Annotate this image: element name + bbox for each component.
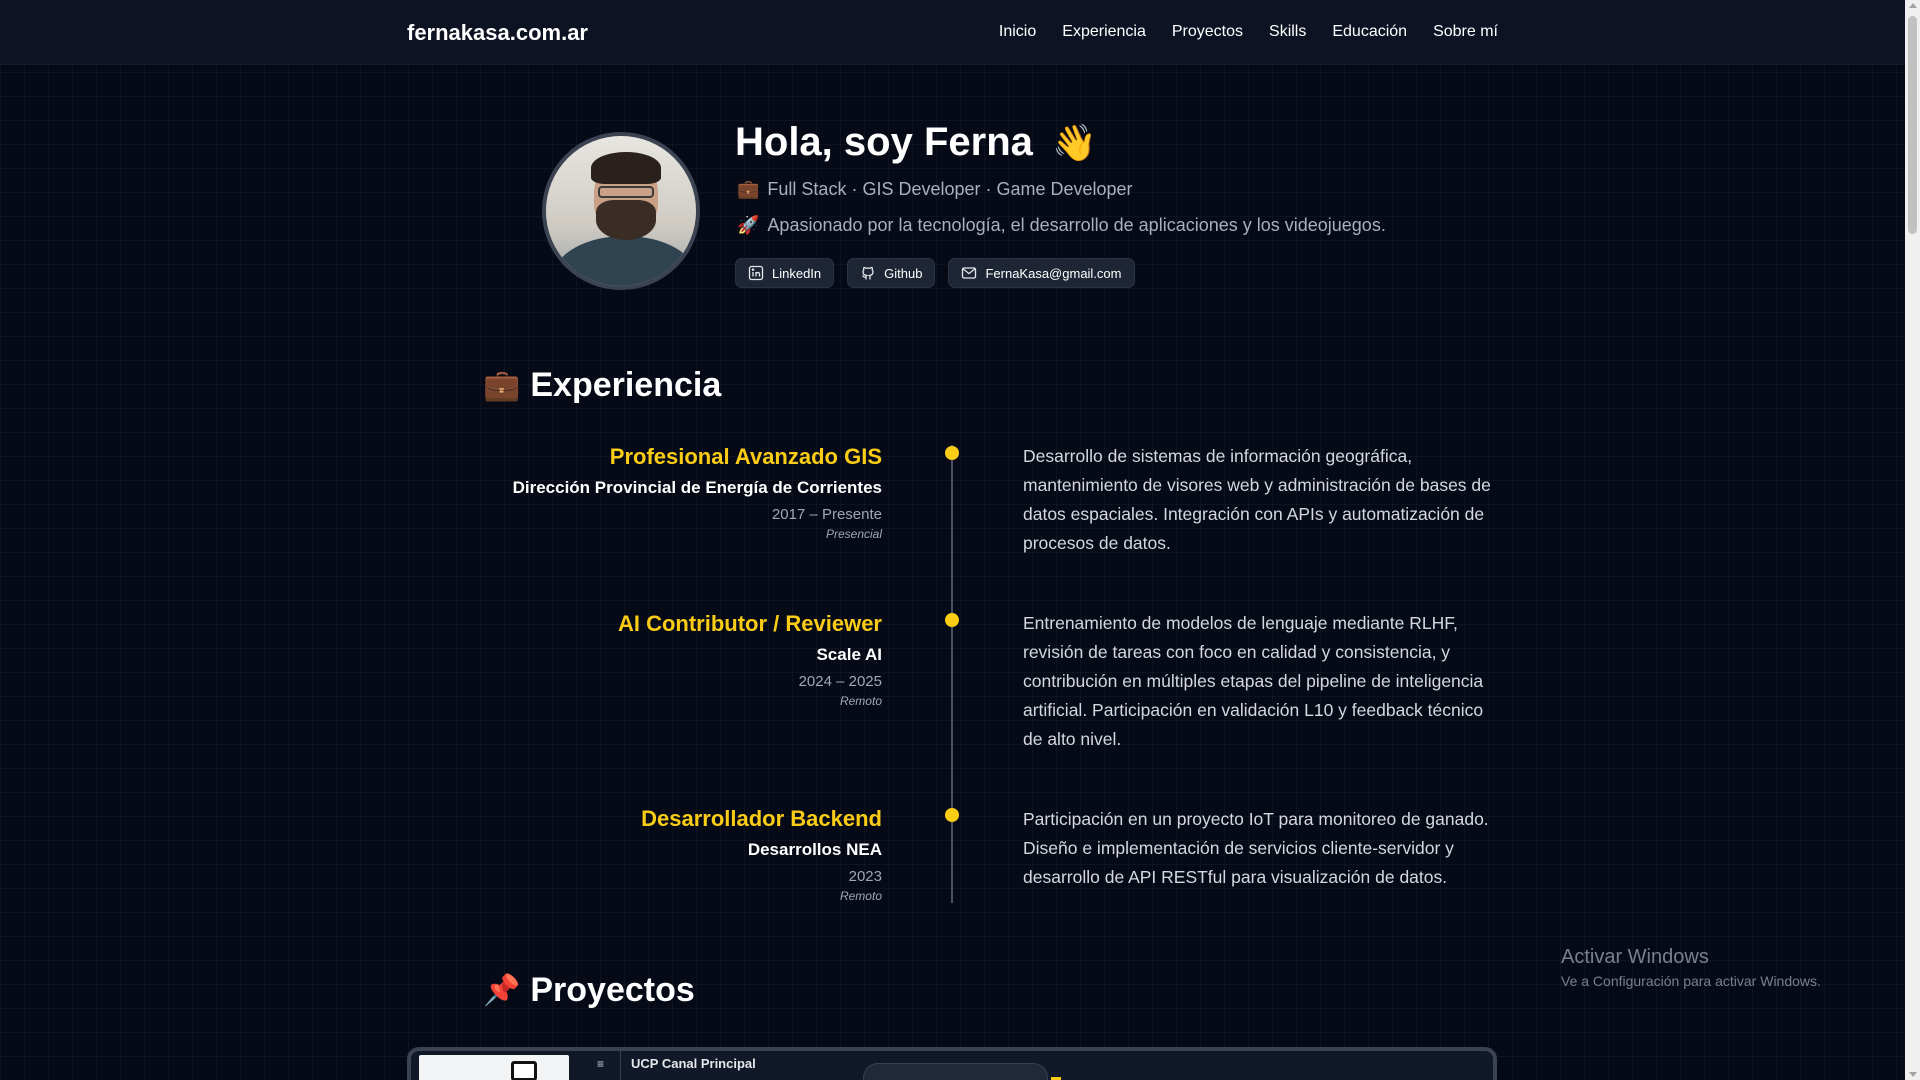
scroll-down-arrow-icon[interactable] bbox=[1909, 1072, 1917, 1077]
preview-toolbar bbox=[863, 1063, 1048, 1080]
mail-icon bbox=[962, 267, 977, 279]
experience-heading: 💼 Experiencia bbox=[483, 366, 721, 405]
preview-divider bbox=[620, 1051, 621, 1080]
job-2-summary: AI Contributor / Reviewer Scale AI 2024 … bbox=[618, 611, 882, 708]
projects-heading: 📌 Proyectos bbox=[483, 971, 695, 1010]
job-mode: Remoto bbox=[839, 694, 882, 708]
hero-description-text: Apasionado por la tecnología, el desarro… bbox=[767, 215, 1386, 235]
waving-hand-icon: 👋 bbox=[1052, 122, 1097, 163]
email-label: FernaKasa@gmail.com bbox=[985, 265, 1122, 281]
nav-link-sobre-mi[interactable]: Sobre mí bbox=[1433, 23, 1498, 41]
briefcase-icon: 💼 bbox=[483, 369, 521, 402]
job-years: 2023 bbox=[848, 868, 882, 885]
scroll-up-arrow-icon[interactable] bbox=[1909, 3, 1917, 8]
job-3-summary: Desarrollador Backend Desarrollos NEA 20… bbox=[641, 806, 882, 903]
pushpin-icon: 📌 bbox=[483, 974, 521, 1007]
scrollbar-thumb[interactable] bbox=[1908, 16, 1917, 234]
job-3-description: Participación en un proyecto IoT para mo… bbox=[1023, 809, 1489, 887]
job-company: Dirección Provincial de Energía de Corri… bbox=[512, 478, 882, 497]
timeline-dot bbox=[945, 613, 959, 627]
project-preview-card[interactable]: ≡ UCP Canal Principal bbox=[407, 1047, 1497, 1080]
linkedin-button[interactable]: LinkedIn bbox=[735, 258, 835, 288]
nav-link-experiencia[interactable]: Experiencia bbox=[1062, 23, 1146, 41]
preview-logo-tile bbox=[419, 1055, 569, 1080]
hero-description: 🚀 Apasionado por la tecnología, el desarr… bbox=[737, 215, 1386, 236]
job-1-description: Desarrollo de sistemas de información ge… bbox=[1023, 446, 1491, 553]
job-2-description: Entrenamiento de modelos de lenguaje med… bbox=[1023, 613, 1484, 749]
job-years: 2017 – Presente bbox=[771, 506, 882, 523]
timeline-dot bbox=[945, 808, 959, 822]
preview-window-icon bbox=[511, 1061, 537, 1080]
preview-caption: UCP Canal Principal bbox=[631, 1056, 756, 1071]
hero-title: Hola, soy Ferna 👋 bbox=[735, 120, 1097, 165]
nav-links: Inicio Experiencia Proyectos Skills Educ… bbox=[999, 23, 1498, 41]
timeline-dot bbox=[945, 446, 959, 460]
watermark-subtitle: Ve a Configuración para activar Windows. bbox=[1561, 973, 1821, 989]
experience-heading-text: Experiencia bbox=[530, 366, 722, 404]
top-navbar: fernakasa.com.ar Inicio Experiencia Proy… bbox=[0, 0, 1905, 65]
github-icon bbox=[862, 266, 874, 280]
nav-link-skills[interactable]: Skills bbox=[1269, 23, 1306, 41]
nav-link-proyectos[interactable]: Proyectos bbox=[1172, 23, 1243, 41]
hero-title-text: Hola, soy Ferna bbox=[735, 120, 1033, 164]
timeline-line bbox=[951, 445, 953, 903]
job-company: Scale AI bbox=[816, 645, 882, 664]
email-button[interactable]: FernaKasa@gmail.com bbox=[948, 258, 1135, 288]
menu-icon: ≡ bbox=[597, 1057, 605, 1071]
site-brand[interactable]: fernakasa.com.ar bbox=[407, 20, 588, 46]
rocket-icon: 🚀 bbox=[737, 215, 760, 235]
briefcase-icon: 💼 bbox=[737, 179, 760, 199]
job-role: Profesional Avanzado GIS bbox=[609, 444, 882, 469]
job-mode: Presencial bbox=[825, 527, 882, 541]
hero-subtitle-text: Full Stack · GIS Developer · Game Develo… bbox=[767, 179, 1133, 199]
projects-heading-text: Proyectos bbox=[530, 971, 695, 1009]
social-links: LinkedIn Github FernaKasa@gmail.com bbox=[735, 258, 1135, 288]
nav-link-inicio[interactable]: Inicio bbox=[999, 23, 1036, 41]
job-company: Desarrollos NEA bbox=[747, 840, 882, 859]
linkedin-icon bbox=[748, 265, 764, 281]
job-1-summary: Profesional Avanzado GIS Dirección Provi… bbox=[513, 444, 882, 541]
watermark-title: Activar Windows bbox=[1561, 946, 1709, 968]
vertical-scrollbar[interactable] bbox=[1905, 0, 1920, 1080]
linkedin-label: LinkedIn bbox=[772, 265, 822, 281]
job-years: 2024 – 2025 bbox=[798, 673, 882, 690]
github-button[interactable]: Github bbox=[847, 258, 936, 288]
job-role: AI Contributor / Reviewer bbox=[617, 611, 882, 636]
profile-avatar bbox=[542, 132, 700, 290]
job-role: Desarrollador Backend bbox=[641, 806, 882, 831]
windows-activation-watermark: Activar Windows Ve a Configuración para … bbox=[1561, 946, 1821, 989]
github-label: Github bbox=[884, 265, 923, 281]
nav-link-educacion[interactable]: Educación bbox=[1332, 23, 1407, 41]
job-mode: Remoto bbox=[839, 889, 882, 903]
hero-subtitle: 💼 Full Stack · GIS Developer · Game Devel… bbox=[737, 179, 1133, 200]
